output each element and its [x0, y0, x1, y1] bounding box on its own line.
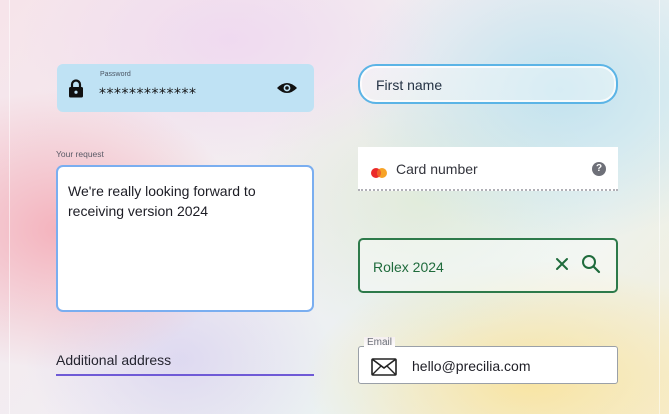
search-icon[interactable] [581, 254, 601, 279]
request-text: We're really looking forward to receivin… [68, 183, 256, 219]
search-value: Rolex 2024 [373, 259, 444, 275]
request-label: Your request [56, 149, 104, 159]
email-label: Email [364, 337, 396, 348]
first-name-input[interactable]: First name [358, 64, 618, 104]
additional-address-underline [56, 374, 314, 376]
request-textarea[interactable]: We're really looking forward to receivin… [56, 165, 314, 312]
password-field[interactable]: Password ************* [57, 64, 314, 112]
email-value: hello@precilia.com [412, 358, 531, 374]
email-input[interactable]: hello@precilia.com [358, 346, 618, 384]
card-number-placeholder: Card number [396, 161, 478, 177]
additional-address-placeholder[interactable]: Additional address [56, 352, 171, 368]
mastercard-icon [370, 165, 388, 183]
password-value[interactable]: ************* [99, 86, 197, 102]
eye-icon[interactable] [276, 81, 298, 100]
card-number-input[interactable]: Card number ? [358, 147, 618, 191]
search-input[interactable]: Rolex 2024 [358, 238, 618, 293]
first-name-placeholder: First name [376, 77, 443, 93]
help-icon[interactable]: ? [592, 162, 606, 176]
envelope-icon [371, 358, 397, 381]
password-label: Password [100, 71, 131, 78]
clear-icon[interactable] [554, 256, 570, 277]
lock-icon [68, 79, 84, 103]
